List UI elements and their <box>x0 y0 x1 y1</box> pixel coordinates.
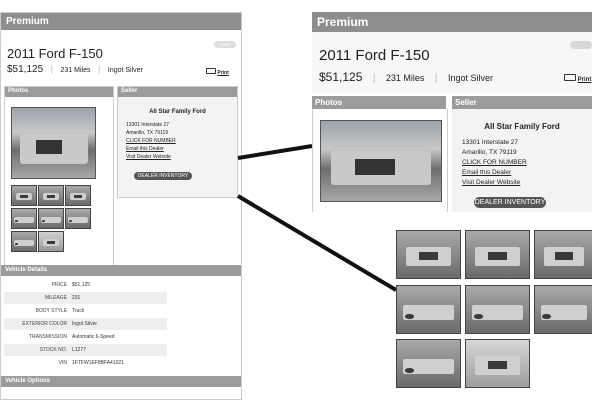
zoom-dealer-website-link[interactable]: Visit Dealer Website <box>462 179 520 186</box>
zoom-seller-panel: All Star Family Ford 13301 Interstate 27… <box>452 109 592 212</box>
printer-icon <box>564 74 576 81</box>
zoom-photo-thumbnail[interactable] <box>534 230 592 279</box>
zoom-photo-thumbnail[interactable] <box>396 230 461 279</box>
zoom-photo-thumbnail[interactable] <box>396 285 461 334</box>
zoom-photo-thumbnail[interactable] <box>465 230 530 279</box>
zoom-photo-thumbnail[interactable] <box>396 339 461 388</box>
zoom-vehicle-summary: $51,125 | 231 Miles | Ingot Silver <box>319 68 493 86</box>
zoom-click-for-number-link[interactable]: CLICK FOR NUMBER <box>462 159 527 166</box>
zoom-photos-header: Photos <box>312 96 446 109</box>
zoom-miles: 231 Miles <box>385 73 425 83</box>
truck-grill <box>355 159 395 175</box>
zoom-main-photo[interactable] <box>320 120 442 202</box>
zoom-seller-city: Amarillo, TX 79119 <box>462 149 517 156</box>
zoomed-header-callout: Premium 2011 Ford F-150 $51,125 | 231 Mi… <box>312 12 592 212</box>
divider: | <box>434 73 438 84</box>
zoom-dealer-inventory-button[interactable]: DEALER INVENTORY <box>474 197 546 208</box>
zoom-color: Ingot Silver <box>447 73 493 83</box>
zoom-photo-thumbnail[interactable] <box>534 285 592 334</box>
zoom-premium-label: Premium <box>317 15 369 29</box>
zoom-badge[interactable] <box>570 41 592 49</box>
zoomed-thumbnails-callout <box>396 230 592 390</box>
zoom-print-button[interactable]: Print <box>564 74 591 83</box>
zoom-email-dealer-link[interactable]: Email this Dealer <box>462 169 511 176</box>
zoom-seller-name: All Star Family Ford <box>484 122 560 131</box>
zoom-photo-thumbnail[interactable] <box>465 285 530 334</box>
connector-line-seller <box>237 144 313 160</box>
zoom-premium-header: Premium <box>312 12 592 32</box>
divider: | <box>372 73 376 84</box>
zoom-print-label: Print <box>577 77 592 83</box>
zoom-seller-label: Seller <box>455 98 477 107</box>
zoom-photo-thumbnail[interactable] <box>465 339 530 388</box>
zoom-photos-label: Photos <box>315 98 343 107</box>
zoom-seller-header: Seller <box>452 96 592 109</box>
zoom-price: $51,125 <box>319 70 363 84</box>
zoom-seller-address: 13301 Interstate 27 <box>462 139 519 146</box>
zoom-vehicle-title: 2011 Ford F-150 <box>319 47 430 64</box>
